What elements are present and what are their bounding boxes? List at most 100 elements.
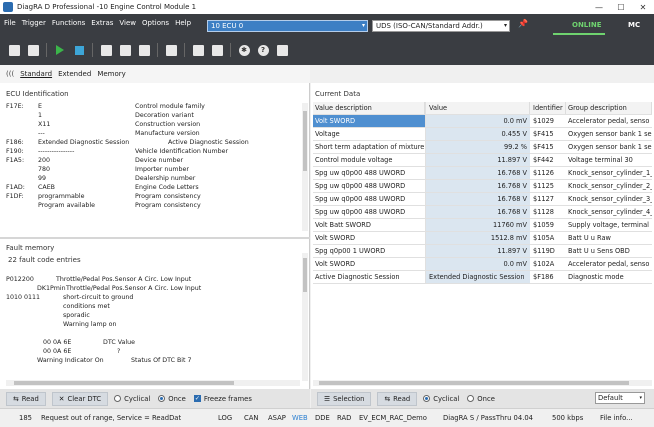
column-header[interactable]: Value description [313, 102, 425, 114]
indicator-rad[interactable]: RAD [337, 414, 351, 422]
radio-icon [467, 395, 475, 402]
toolbar-separator [230, 43, 231, 57]
protocol-select[interactable]: UDS (ISO-CAN/Standard Addr.) ▾ [372, 20, 510, 32]
save-icon[interactable] [25, 42, 41, 58]
menu-help[interactable]: Help [175, 19, 191, 31]
once-radio[interactable]: Once [467, 395, 495, 403]
table-row[interactable]: Volt SWORD 0.0 mV $102A Accelerator pedal, … [313, 258, 652, 271]
list-item: X11 Construction version [38, 121, 201, 128]
tab-memory[interactable]: Memory [97, 70, 125, 78]
minimize-button[interactable]: — [588, 0, 610, 14]
cyclical-radio[interactable]: Cyclical [423, 395, 459, 403]
indicator-web[interactable]: WEB [292, 414, 308, 422]
indicator-dde[interactable]: DDE [315, 414, 330, 422]
default-select[interactable]: Default ▾ [595, 392, 645, 404]
tab-extended[interactable]: Extended [58, 70, 91, 78]
new-icon[interactable] [6, 42, 22, 58]
camera-icon[interactable] [98, 42, 114, 58]
export-icon[interactable] [209, 42, 225, 58]
table-row[interactable]: Spg uw q0p00 488 UWORD 16.768 V $1127 Knock… [313, 193, 652, 206]
online-status[interactable]: ONLINE [572, 21, 602, 29]
menu-trigger[interactable]: Trigger [22, 19, 46, 31]
table-row[interactable]: Volt Batt SWORD 11760 mV $1059 Supply volta… [313, 219, 652, 232]
list-item[interactable]: 1010 0111 short-circuit to ground [6, 294, 300, 303]
copy-icon[interactable] [117, 42, 133, 58]
fault-count: 22 fault code entries [8, 256, 81, 264]
maximize-button[interactable]: ☐ [610, 0, 632, 14]
list-item[interactable]: 00 0A 6E DTC Value [6, 339, 300, 348]
list-item[interactable]: Warning Indicator On Status Of DTC Bit 7 [6, 357, 300, 366]
column-header[interactable]: Group description [566, 102, 652, 114]
table-row[interactable]: Spg uw q0p00 488 UWORD 16.768 V $1126 Knock… [313, 167, 652, 180]
table-row[interactable]: Voltage 0.455 V $F415 Oxygen sensor bank 1 … [313, 128, 652, 141]
table-row[interactable]: Spg uw q0p00 488 UWORD 16.768 V $1125 Knock… [313, 180, 652, 193]
freeze-frames-checkbox[interactable]: ✓ Freeze frames [193, 395, 252, 403]
menu-functions[interactable]: Functions [52, 19, 85, 31]
fault-list-hscrollbar[interactable] [6, 380, 300, 386]
clear-dtc-button[interactable]: ✕ Clear DTC [51, 391, 109, 406]
list-item[interactable]: sporadic [6, 312, 300, 321]
list-item[interactable]: 00 0A 6E? [6, 348, 300, 357]
project-name: EV_ECM_RAC_Demo [359, 414, 427, 422]
menu-view[interactable]: View [119, 19, 136, 31]
window-controls: — ☐ ✕ [588, 0, 654, 14]
column-header[interactable]: Value [425, 102, 530, 114]
read-fault-button[interactable]: ⇆ Read [6, 391, 46, 406]
chevron-down-icon: ▾ [639, 395, 642, 401]
once-radio[interactable]: Once [158, 395, 186, 403]
menu-file[interactable]: File [4, 19, 16, 31]
read-data-button[interactable]: ⇆ Read [377, 391, 418, 406]
table-row[interactable]: Short term adaptation of mixture 99.2 % $F… [313, 141, 652, 154]
list-item[interactable]: Warning lamp on [6, 321, 300, 330]
flash-icon[interactable] [190, 42, 206, 58]
ecu-list-scrollbar[interactable] [302, 103, 308, 231]
table-row[interactable]: Spg q0p00 1 UWORD 11.897 V $119D Batt U u S… [313, 245, 652, 258]
chevron-down-icon: ▾ [503, 22, 507, 29]
protocol-select-value: UDS (ISO-CAN/Standard Addr.) [376, 22, 483, 30]
list-item[interactable]: conditions met [6, 303, 300, 312]
table-row[interactable]: Control module voltage 11.897 V $F442 Volta… [313, 154, 652, 167]
list-item: Program available Program consistency [38, 202, 201, 209]
list-item: F186: Extended Diagnostic Session Active D… [6, 139, 249, 146]
table-row[interactable]: Volt SWORD 1512.8 mV $105A Batt U u Raw [313, 232, 652, 245]
indicator-log[interactable]: LOG [218, 414, 232, 422]
mc-mode[interactable]: MC [628, 21, 640, 29]
indicator-can[interactable]: CAN [244, 414, 258, 422]
list-item: 1 Decoration variant [38, 112, 194, 119]
pin-icon[interactable]: 📌 [518, 19, 528, 28]
clipboard-icon[interactable] [136, 42, 152, 58]
tab-standard[interactable]: Standard [20, 70, 52, 78]
display-icon[interactable] [163, 42, 179, 58]
toolbar-separator [184, 43, 185, 57]
current-data-hscrollbar[interactable] [313, 380, 652, 386]
title-bar: DiagRA D Professional -10 Engine Control… [0, 0, 654, 14]
settings-icon[interactable]: ✱ [236, 42, 252, 58]
read-icon: ⇆ [384, 394, 391, 403]
panel-splitter[interactable] [0, 237, 310, 239]
menu-extras[interactable]: Extras [91, 19, 113, 31]
table-row[interactable]: Volt SWORD 0.0 mV $1029 Accelerator pedal, … [313, 115, 652, 128]
list-item[interactable]: P012200 Throttle/Pedal Pos.Sensor A Circ.… [6, 276, 300, 285]
info-icon[interactable] [274, 42, 290, 58]
close-button[interactable]: ✕ [632, 0, 654, 14]
play-icon[interactable] [52, 42, 68, 58]
fault-memory-title: Fault memory [6, 244, 55, 252]
table-row[interactable]: Active Diagnostic Session Extended Diagno… [313, 271, 652, 284]
stop-icon[interactable] [71, 42, 87, 58]
table-row[interactable]: Spg uw q0p00 488 UWORD 16.768 V $1128 Knock… [313, 206, 652, 219]
menu-options[interactable]: Options [142, 19, 169, 31]
list-item[interactable]: DK1Pmin Throttle/Pedal Pos.Sensor A Circ.… [6, 285, 300, 294]
toolbar-separator [46, 43, 47, 57]
ecu-select[interactable]: 10 ECU 0 ▾ [207, 20, 368, 32]
selection-button[interactable]: ☰ Selection [317, 391, 372, 406]
app-icon [3, 2, 13, 12]
online-indicator-bar [553, 33, 605, 35]
column-header[interactable]: Identifier [531, 102, 566, 114]
cyclical-radio[interactable]: Cyclical [114, 395, 150, 403]
status-bar: 185 Request out of range, Service = Read… [0, 408, 654, 427]
indicator-asap[interactable]: ASAP [268, 414, 286, 422]
fault-list-scrollbar[interactable] [302, 253, 308, 381]
help-icon[interactable]: ? [255, 42, 271, 58]
file-info-link[interactable]: File info... [600, 414, 633, 422]
interface-name: DiagRA S / PassThru 04.04 [443, 414, 534, 422]
